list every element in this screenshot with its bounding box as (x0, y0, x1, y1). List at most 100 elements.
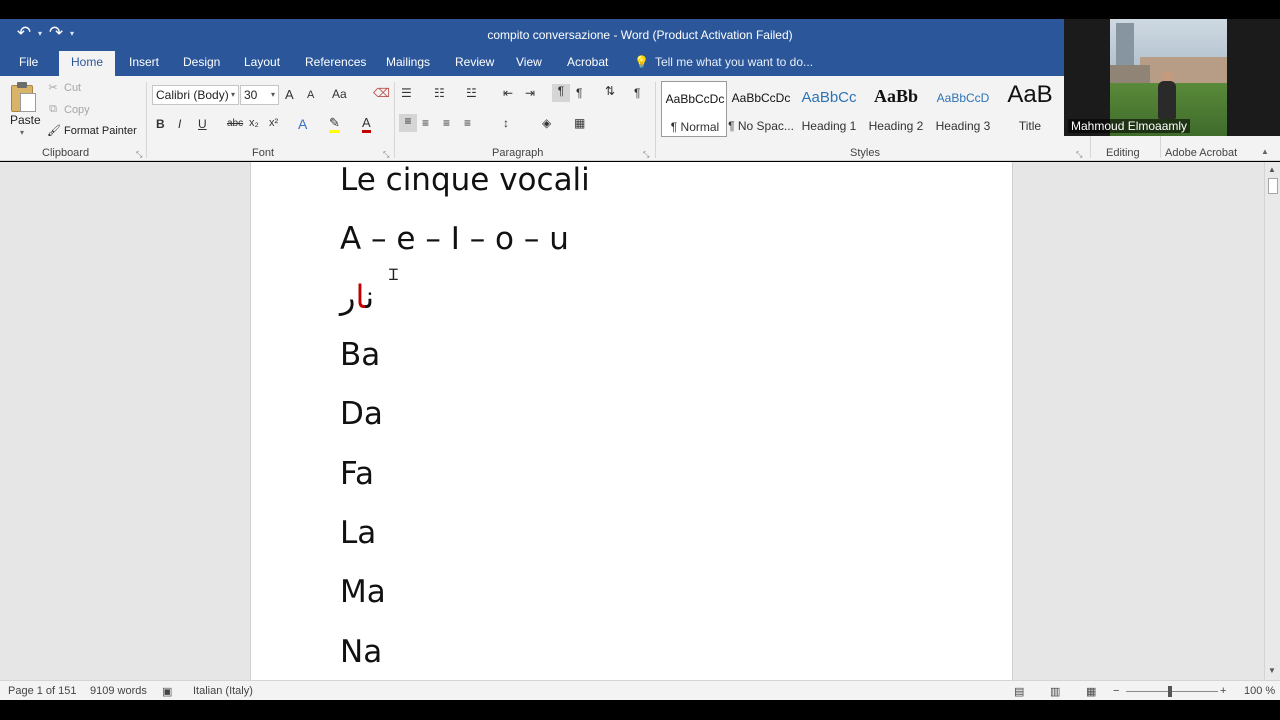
proofing-icon[interactable]: ▣ (162, 685, 172, 698)
copy-icon: ⧉ (49, 103, 57, 115)
bullets-icon[interactable]: ☰ (401, 86, 412, 100)
tab-insert[interactable]: Insert (129, 55, 159, 69)
style-name: ¶ Normal (670, 120, 720, 134)
collapse-ribbon-icon[interactable]: ▲ (1261, 147, 1269, 156)
paste-button[interactable]: Paste (10, 113, 41, 127)
highlight-icon[interactable]: ✎ (329, 116, 340, 133)
style-heading-2[interactable]: AaBb Heading 2 (863, 81, 929, 137)
style-heading-1[interactable]: AaBbCc Heading 1 (796, 81, 862, 137)
document-canvas: Le cinque vocali A – e – I – o – u نار B… (0, 162, 1264, 680)
scroll-up-icon[interactable]: ▲ (1268, 165, 1276, 174)
paragraph-launcher-icon[interactable]: ⤡ (643, 150, 649, 160)
tab-file[interactable]: File (19, 55, 38, 69)
paste-dropdown-icon[interactable]: ▾ (20, 128, 24, 137)
line-spacing-icon[interactable]: ↕ (503, 116, 509, 130)
increase-indent-icon[interactable]: ⇥ (525, 86, 535, 100)
multilevel-list-icon[interactable]: ☳ (466, 86, 477, 100)
grow-font-button[interactable]: A (285, 87, 294, 102)
style-preview: AaBbCcD (936, 91, 990, 105)
style-heading-3[interactable]: AaBbCcD Heading 3 (930, 81, 996, 137)
word-window: ↶ ▾ ↷ ▾ compito conversazione - Word (Pr… (0, 0, 1280, 720)
zoom-slider[interactable] (1126, 691, 1218, 692)
tab-layout[interactable]: Layout (244, 55, 280, 69)
style-no-spacing[interactable]: AaBbCcDc ¶ No Spac... (728, 81, 794, 137)
tab-mailings[interactable]: Mailings (386, 55, 430, 69)
ltr-direction-icon[interactable]: ¶ (552, 84, 570, 102)
borders-icon[interactable]: ▦ (574, 116, 585, 130)
cut-button[interactable]: ✂ Cut (47, 81, 82, 95)
style-title[interactable]: AaB Title (997, 81, 1063, 137)
letterbox-bottom (0, 700, 1280, 720)
format-painter-button[interactable]: 🖌 Format Painter (47, 124, 137, 138)
font-launcher-icon[interactable]: ⤡ (383, 150, 389, 160)
tab-design[interactable]: Design (183, 55, 220, 69)
italic-button[interactable]: I (178, 117, 181, 131)
copy-button[interactable]: ⧉ Copy (47, 103, 90, 116)
arabic-letter-red: ا (355, 278, 366, 316)
scroll-down-icon[interactable]: ▼ (1268, 666, 1276, 675)
superscript-button[interactable]: x² (269, 117, 278, 129)
clipboard-launcher-icon[interactable]: ⤡ (136, 150, 142, 160)
underline-button[interactable]: U (198, 117, 207, 131)
shading-icon[interactable]: ◈ (542, 116, 551, 130)
style-preview: AaBb (873, 86, 918, 106)
group-label-styles: Styles (850, 147, 880, 159)
zoom-level[interactable]: 100 % (1244, 685, 1275, 697)
page-count[interactable]: Page 1 of 151 (8, 685, 77, 697)
justify-icon[interactable]: ≡ (464, 116, 471, 130)
numbering-icon[interactable]: ☷ (434, 86, 445, 100)
tab-acrobat[interactable]: Acrobat (567, 55, 608, 69)
align-center-icon[interactable]: ≡ (422, 116, 429, 130)
web-layout-icon[interactable]: ▦ (1086, 685, 1096, 698)
bold-button[interactable]: B (156, 117, 165, 131)
styles-gallery: AaBbCcDc ¶ Normal AaBbCcDc ¶ No Spac... … (660, 81, 1060, 139)
group-label-font: Font (252, 147, 275, 159)
zoom-out-icon[interactable]: − (1113, 685, 1119, 697)
align-left-icon[interactable]: ≡ (399, 114, 417, 132)
vertical-scrollbar[interactable]: ▲ ▼ (1264, 162, 1280, 680)
font-size-value: 30 (244, 88, 258, 102)
tab-references[interactable]: References (305, 55, 366, 69)
scroll-thumb[interactable] (1268, 178, 1278, 194)
sort-icon[interactable]: ⇅ (605, 84, 615, 98)
word-count[interactable]: 9109 words (90, 685, 147, 697)
shrink-font-button[interactable]: A (307, 89, 314, 101)
document-page[interactable]: Le cinque vocali A – e – I – o – u نار B… (250, 162, 1013, 680)
paste-icon[interactable] (11, 82, 37, 112)
zoom-slider-thumb[interactable] (1168, 686, 1172, 697)
font-color-button[interactable]: A (362, 116, 371, 133)
style-name: Title (1018, 119, 1042, 133)
doc-line-la: La (340, 515, 377, 551)
text-effects-icon[interactable]: A (298, 116, 307, 132)
strikethrough-button[interactable]: abc (227, 118, 243, 129)
tab-view[interactable]: View (516, 55, 542, 69)
paintbrush-icon: 🖌 (47, 125, 61, 137)
font-size-combo[interactable]: 30 ▾ (240, 85, 279, 105)
print-layout-icon[interactable]: ▥ (1050, 685, 1060, 698)
copy-label: Copy (64, 103, 90, 116)
group-separator (146, 82, 147, 158)
style-name: Heading 1 (801, 119, 857, 133)
styles-launcher-icon[interactable]: ⤡ (1076, 150, 1082, 160)
zoom-in-icon[interactable]: + (1220, 685, 1226, 697)
read-mode-icon[interactable]: ▤ (1014, 685, 1024, 698)
cut-label: Cut (64, 81, 82, 94)
show-marks-icon[interactable]: ¶ (634, 86, 640, 100)
change-case-button[interactable]: Aa (332, 87, 347, 101)
clear-formatting-icon[interactable]: ⌫ (373, 86, 390, 100)
font-name-combo[interactable]: Calibri (Body) ▾ (152, 85, 239, 105)
tab-home[interactable]: Home (59, 51, 116, 76)
style-preview: AaB (1007, 81, 1053, 108)
doc-line-da: Da (340, 396, 383, 432)
doc-line-vowels: A – e – I – o – u (340, 221, 569, 257)
tell-me-box[interactable]: 💡 Tell me what you want to do... (634, 55, 813, 69)
rtl-direction-icon[interactable]: ¶ (576, 86, 582, 100)
subscript-button[interactable]: x₂ (249, 117, 259, 129)
tab-review[interactable]: Review (455, 55, 494, 69)
style-normal[interactable]: AaBbCcDc ¶ Normal (661, 81, 727, 137)
align-right-icon[interactable]: ≡ (443, 116, 450, 130)
language-indicator[interactable]: Italian (Italy) (193, 685, 253, 697)
doc-line-ma: Ma (340, 574, 386, 610)
decrease-indent-icon[interactable]: ⇤ (503, 86, 513, 100)
chevron-down-icon: ▾ (230, 90, 235, 99)
